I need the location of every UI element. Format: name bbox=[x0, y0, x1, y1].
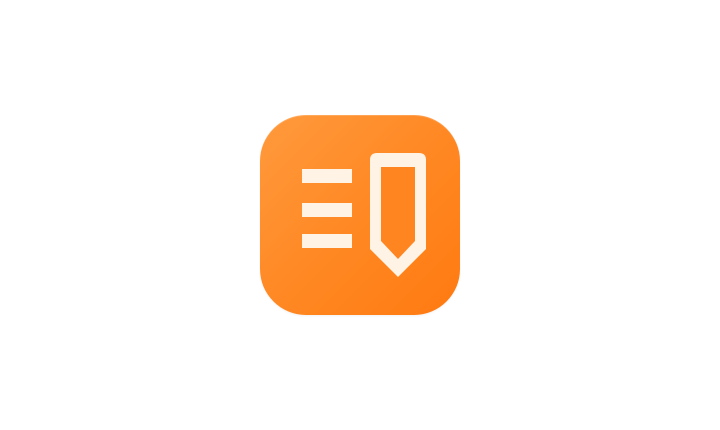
notes-pencil-icon[interactable] bbox=[260, 115, 460, 315]
list-line-2 bbox=[302, 203, 352, 217]
canvas bbox=[0, 0, 720, 430]
list-line-1 bbox=[302, 169, 352, 183]
icon-glyph bbox=[302, 153, 426, 277]
pencil-inner bbox=[381, 167, 415, 259]
list-line-3 bbox=[302, 234, 352, 248]
